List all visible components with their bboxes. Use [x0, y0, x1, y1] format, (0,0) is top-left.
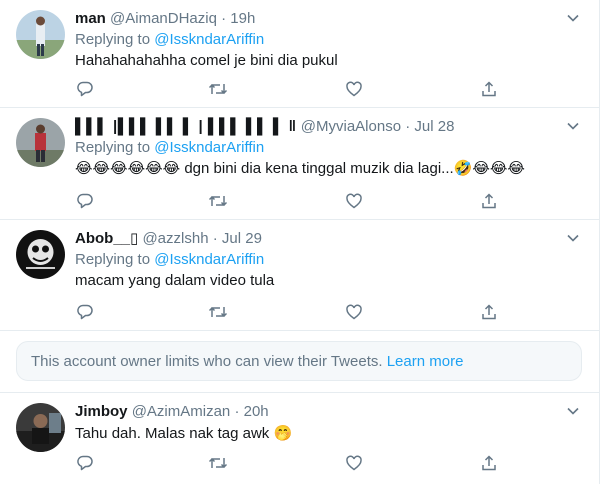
- replying-to: Replying to @IsskndarAriffin: [75, 138, 264, 157]
- tweet-actions: [75, 302, 505, 322]
- replying-label: Replying to: [75, 251, 151, 268]
- replying-label: Replying to: [75, 139, 151, 156]
- tweet-actions: [75, 453, 505, 473]
- like-icon[interactable]: [344, 453, 364, 473]
- timestamp[interactable]: Jul 29: [222, 230, 262, 247]
- emoji-hand-over-mouth: 🤭: [273, 425, 293, 442]
- retweet-icon[interactable]: [208, 453, 228, 473]
- tweet-actions: [75, 191, 505, 211]
- tweet-actions: [75, 79, 505, 99]
- reply-icon[interactable]: [75, 79, 95, 99]
- retweet-icon[interactable]: [208, 191, 228, 211]
- avatar[interactable]: [16, 118, 65, 167]
- display-name-glyph: ▯: [130, 230, 139, 247]
- avatar[interactable]: [16, 403, 65, 452]
- chevron-down-icon[interactable]: [565, 10, 581, 26]
- tweet-text-body: dgn bini dia kena tinggal muzik dia lagi…: [180, 160, 454, 177]
- retweet-icon[interactable]: [208, 79, 228, 99]
- user-handle[interactable]: @AimanDHaziq: [110, 10, 217, 27]
- share-icon[interactable]: [479, 79, 499, 99]
- chevron-down-icon[interactable]: [565, 230, 581, 246]
- separator-dot: ·: [405, 118, 411, 135]
- display-name[interactable]: man: [75, 10, 106, 27]
- mention-link[interactable]: @IsskndarAriffin: [154, 139, 264, 156]
- reply-icon[interactable]: [75, 453, 95, 473]
- chevron-down-icon[interactable]: [565, 403, 581, 419]
- share-icon[interactable]: [479, 191, 499, 211]
- reply-icon[interactable]: [75, 191, 95, 211]
- avatar[interactable]: [16, 10, 65, 59]
- timestamp[interactable]: 20h: [244, 403, 269, 420]
- retweet-icon[interactable]: [208, 302, 228, 322]
- user-handle[interactable]: @AzimAmizan: [132, 403, 231, 420]
- emoji-laughing-group: 😂😂😂😂😂😂: [75, 160, 181, 177]
- avatar[interactable]: [16, 230, 65, 279]
- like-icon[interactable]: [344, 191, 364, 211]
- emoji-rofl-group: 🤣😂😂😂: [453, 160, 525, 177]
- share-icon[interactable]: [479, 453, 499, 473]
- tweet-header: Abob__▯ @azzlshh · Jul 29: [75, 230, 559, 248]
- protected-account-notice: This account owner limits who can view t…: [16, 341, 582, 381]
- tweet-text: macam yang dalam video tula: [75, 272, 275, 289]
- tweet-3[interactable]: Abob__▯ @azzlshh · Jul 29 Replying to @I…: [0, 220, 599, 331]
- reply-icon[interactable]: [75, 302, 95, 322]
- chevron-down-icon[interactable]: [565, 118, 581, 134]
- display-name[interactable]: Jimboy: [75, 403, 128, 420]
- tweet-header: Jimboy @AzimAmizan · 20h: [75, 403, 559, 421]
- display-name[interactable]: ▌▌▌ |▌▌▌ ▌▌ ▌ | ▌▌▌ ▌▌ ▌ ‖: [75, 118, 297, 135]
- like-icon[interactable]: [344, 302, 364, 322]
- display-name[interactable]: Abob__▯: [75, 230, 138, 247]
- replying-label: Replying to: [75, 31, 151, 48]
- mention-link[interactable]: @IsskndarAriffin: [154, 251, 264, 268]
- learn-more-link[interactable]: Learn more: [387, 353, 464, 370]
- tweet-text: Tahu dah. Malas nak tag awk 🤭: [75, 424, 292, 444]
- timestamp[interactable]: Jul 28: [414, 118, 454, 135]
- tweet-1[interactable]: man @AimanDHaziq · 19h Replying to @Issk…: [0, 0, 599, 108]
- mention-link[interactable]: @IsskndarAriffin: [154, 31, 264, 48]
- tweet-text: 😂😂😂😂😂😂 dgn bini dia kena tinggal muzik d…: [75, 159, 525, 179]
- share-icon[interactable]: [479, 302, 499, 322]
- tweet-text-body: Tahu dah. Malas nak tag awk: [75, 425, 270, 442]
- tweet-text: Hahahahahahha comel je bini dia pukul: [75, 52, 338, 69]
- tweet-2[interactable]: ▌▌▌ |▌▌▌ ▌▌ ▌ | ▌▌▌ ▌▌ ▌ ‖ @MyviaAlonso …: [0, 108, 599, 220]
- tweet-4[interactable]: Jimboy @AzimAmizan · 20h Tahu dah. Malas…: [0, 392, 599, 484]
- replying-to: Replying to @IsskndarAriffin: [75, 30, 264, 49]
- separator-dot: ·: [212, 230, 218, 247]
- separator-dot: ·: [234, 403, 240, 420]
- separator-dot: ·: [221, 10, 227, 27]
- display-name-text: Abob__: [75, 230, 131, 247]
- like-icon[interactable]: [344, 79, 364, 99]
- notice-text: This account owner limits who can view t…: [31, 353, 383, 370]
- user-handle[interactable]: @MyviaAlonso: [301, 118, 401, 135]
- tweet-header: man @AimanDHaziq · 19h: [75, 10, 559, 28]
- timestamp[interactable]: 19h: [230, 10, 255, 27]
- tweet-header: ▌▌▌ |▌▌▌ ▌▌ ▌ | ▌▌▌ ▌▌ ▌ ‖ @MyviaAlonso …: [75, 118, 559, 136]
- user-handle[interactable]: @azzlshh: [142, 230, 208, 247]
- replying-to: Replying to @IsskndarAriffin: [75, 250, 264, 269]
